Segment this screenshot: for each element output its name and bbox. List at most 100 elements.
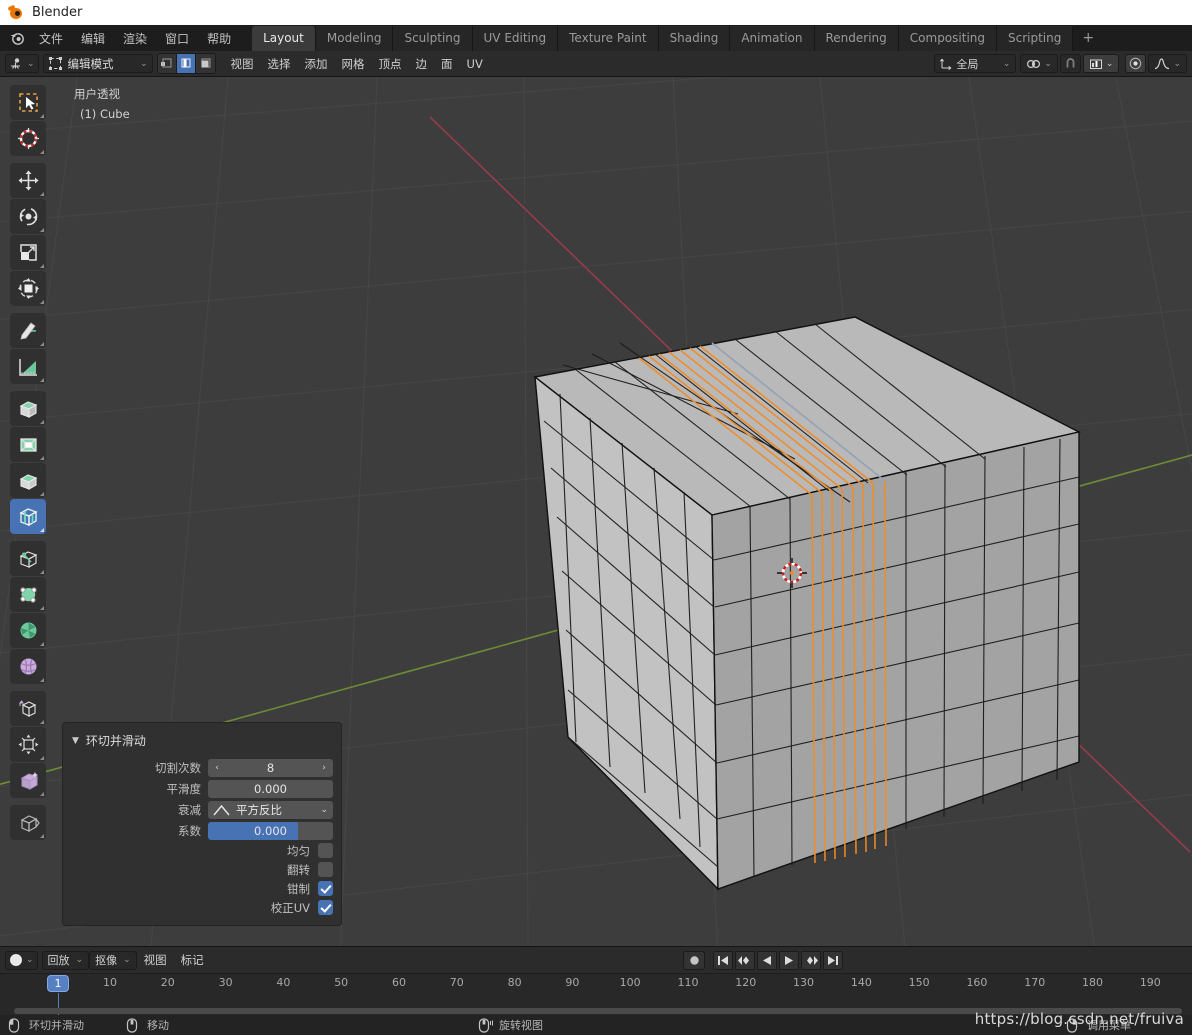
tweak-select-tool[interactable] (10, 85, 46, 120)
move-tool[interactable] (10, 163, 46, 198)
operator-field-3[interactable]: 0.000 (208, 821, 333, 840)
tool-expand-corner[interactable] (40, 228, 44, 232)
tool-expand-corner[interactable] (40, 720, 44, 724)
poly-build-tool[interactable] (10, 577, 46, 612)
measure-tool[interactable] (10, 349, 46, 384)
tool-expand-corner[interactable] (40, 192, 44, 196)
top-menu-4[interactable]: 帮助 (198, 26, 240, 51)
next-keyframe-button[interactable] (801, 950, 821, 970)
timeline-ruler[interactable]: 10 20 30 40 50 60 70 80 90 100 110 120 130 140 150 160 1… (0, 973, 1192, 993)
timeline-menu-2[interactable]: 视图 (137, 949, 174, 971)
transform-tool[interactable] (10, 271, 46, 306)
checkbox-2[interactable] (318, 881, 333, 896)
mode-dropdown[interactable]: 编辑模式 ⌄ (42, 54, 153, 73)
tool-expand-corner[interactable] (40, 114, 44, 118)
inset-faces-tool[interactable] (10, 427, 46, 462)
prev-keyframe-button[interactable] (735, 950, 755, 970)
proportional-falloff-dropdown[interactable]: ⌄ (1148, 54, 1187, 73)
current-frame-indicator[interactable]: 1 (47, 975, 69, 992)
3d-viewport[interactable]: 用户透视 (1) Cube ▼ 环切并滑动 切割次数 ‹ › 8 平滑度 0.000 衰减平… (0, 77, 1192, 946)
tool-expand-corner[interactable] (40, 492, 44, 496)
tool-expand-corner[interactable] (40, 342, 44, 346)
viewport-menu-5[interactable]: 边 (409, 53, 435, 75)
edge-slide-tool[interactable] (10, 691, 46, 726)
extrude-region-tool[interactable] (10, 391, 46, 426)
operator-checkbox-row-3[interactable]: 校正UV (63, 898, 341, 917)
tool-expand-corner[interactable] (40, 756, 44, 760)
operator-panel-header[interactable]: ▼ 环切并滑动 (63, 729, 341, 757)
falloff-dropdown[interactable]: 平方反比 ⌄ (208, 800, 333, 819)
operator-checkbox-row-0[interactable]: 均匀 (63, 841, 341, 860)
timeline-menu-0[interactable]: 回放 ⌄ (41, 950, 90, 970)
pivot-point-dropdown[interactable]: ⌄ (1020, 54, 1058, 73)
play-reverse-button[interactable] (757, 950, 777, 970)
tool-expand-corner[interactable] (40, 420, 44, 424)
tool-expand-corner[interactable] (40, 834, 44, 838)
snap-target-dropdown[interactable]: ⌄ (1082, 54, 1120, 73)
triangle-down-icon[interactable]: ▼ (72, 736, 79, 746)
workspace-tab-animation[interactable]: Animation (730, 25, 815, 51)
tool-expand-corner[interactable] (40, 606, 44, 610)
record-button[interactable] (683, 950, 705, 970)
top-menu-0[interactable]: 文件 (30, 26, 72, 51)
workspace-tab-shading[interactable]: Shading (658, 25, 731, 51)
vertex-select-button[interactable] (157, 54, 177, 73)
viewport-menu-1[interactable]: 选择 (261, 53, 298, 75)
workspace-tab-scripting[interactable]: Scripting (997, 25, 1074, 51)
top-menu-1[interactable]: 编辑 (72, 26, 114, 51)
tool-expand-corner[interactable] (40, 300, 44, 304)
workspace-tab-sculpting[interactable]: Sculpting (393, 25, 473, 51)
rip-region-tool[interactable] (10, 805, 46, 840)
scale-tool[interactable] (10, 235, 46, 270)
loop-cut-tool[interactable] (10, 499, 46, 534)
play-button[interactable] (779, 950, 799, 970)
bevel-tool[interactable] (10, 463, 46, 498)
tool-expand-corner[interactable] (40, 678, 44, 682)
annotate-tool[interactable] (10, 313, 46, 348)
checkbox-0[interactable] (318, 843, 333, 858)
transform-orientation-dropdown[interactable]: 全局 ⌄ (934, 54, 1017, 73)
rotate-tool[interactable] (10, 199, 46, 234)
shear-tool[interactable] (10, 763, 46, 798)
smooth-tool[interactable] (10, 649, 46, 684)
tool-expand-corner[interactable] (40, 456, 44, 460)
add-workspace-button[interactable]: + (1073, 28, 1103, 48)
top-menu-2[interactable]: 渲染 (114, 26, 156, 51)
viewport-menu-0[interactable]: 视图 (224, 53, 261, 75)
viewport-menu-7[interactable]: UV (460, 54, 490, 74)
edge-select-button[interactable] (176, 54, 196, 73)
jump-to-start-button[interactable] (713, 950, 733, 970)
top-menu-3[interactable]: 窗口 (156, 26, 198, 51)
shrink-fatten-tool[interactable] (10, 727, 46, 762)
tool-expand-corner[interactable] (40, 378, 44, 382)
timeline-menu-3[interactable]: 标记 (174, 949, 211, 971)
proportional-editing-icon[interactable] (1125, 54, 1147, 73)
operator-field-0[interactable]: ‹ › 8 (208, 758, 333, 777)
tool-expand-corner[interactable] (40, 528, 44, 532)
blender-menu-icon[interactable] (4, 30, 30, 46)
tool-expand-corner[interactable] (40, 792, 44, 796)
knife-tool[interactable] (10, 541, 46, 576)
editor-type-selector[interactable]: ⌄ (5, 54, 39, 73)
cursor-tool[interactable] (10, 121, 46, 156)
workspace-tab-layout[interactable]: Layout (252, 25, 316, 51)
viewport-menu-2[interactable]: 添加 (298, 53, 335, 75)
viewport-menu-6[interactable]: 面 (434, 53, 460, 75)
workspace-tab-uv-editing[interactable]: UV Editing (472, 25, 559, 51)
operator-field-1[interactable]: 0.000 (208, 779, 333, 798)
tool-expand-corner[interactable] (40, 264, 44, 268)
tool-expand-corner[interactable] (40, 642, 44, 646)
workspace-tab-texture-paint[interactable]: Texture Paint (558, 25, 659, 51)
viewport-menu-3[interactable]: 网格 (335, 53, 372, 75)
workspace-tab-compositing[interactable]: Compositing (898, 25, 997, 51)
spin-tool[interactable] (10, 613, 46, 648)
timeline-editor-type-selector[interactable]: ⌄ (5, 950, 38, 970)
checkbox-1[interactable] (318, 862, 333, 877)
magnet-icon[interactable] (1059, 54, 1081, 73)
face-select-button[interactable] (195, 54, 215, 73)
workspace-tab-rendering[interactable]: Rendering (814, 25, 899, 51)
viewport-menu-4[interactable]: 顶点 (372, 53, 409, 75)
operator-checkbox-row-2[interactable]: 钳制 (63, 879, 341, 898)
operator-checkbox-row-1[interactable]: 翻转 (63, 860, 341, 879)
jump-to-end-button[interactable] (823, 950, 843, 970)
